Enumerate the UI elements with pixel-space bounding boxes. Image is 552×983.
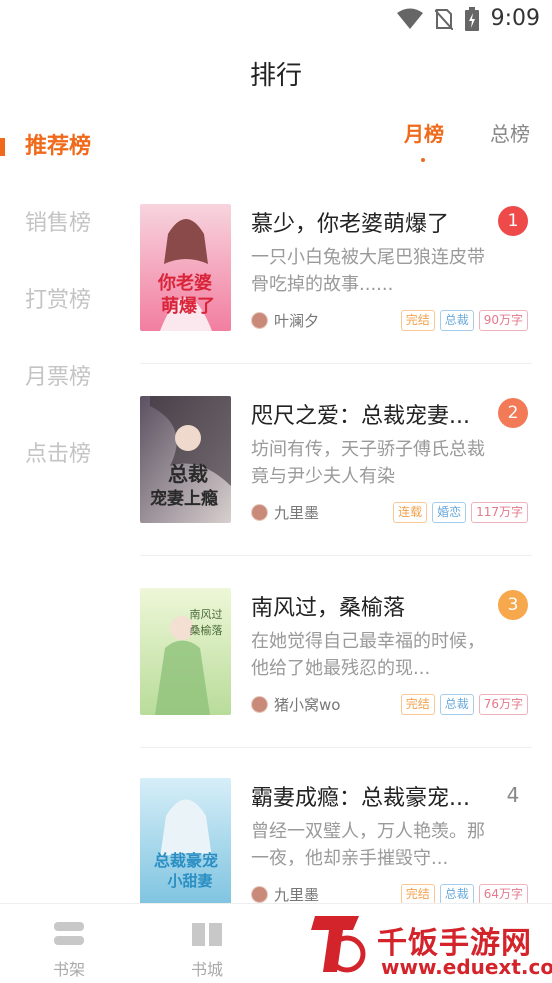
book-description: 曾经一双璧人，万人艳羡。那一夜，他却亲手摧毁守... bbox=[251, 821, 485, 869]
book-title[interactable]: 慕少，你老婆萌爆了 bbox=[251, 206, 486, 238]
book-cover[interactable]: 总裁 宠妻上瘾 bbox=[140, 396, 231, 523]
tag-word-count: 64万字 bbox=[478, 884, 528, 905]
author-name: 猪小窝wo bbox=[274, 696, 341, 714]
site-watermark: 千饭手游网 www.eduext.com bbox=[305, 908, 552, 980]
book-description: 坊间有传，天子骄子傅氏总裁竟与尹少夫人有染 bbox=[251, 439, 485, 487]
nav-bookstore[interactable]: 书城 bbox=[172, 920, 242, 980]
tag-status: 完结 bbox=[400, 310, 435, 331]
svg-text:南风过: 南风过 bbox=[190, 608, 223, 621]
period-tabs: 月榜 总榜 bbox=[380, 118, 552, 168]
book-title[interactable]: 霸妻成瘾：总裁豪宠... bbox=[251, 780, 486, 812]
rank-number: 4 bbox=[506, 783, 520, 807]
book-item-2[interactable]: 总裁 宠妻上瘾 咫尺之爱：总裁宠妻... 2 坊间有传，天子骄子傅氏总裁竟与尹少… bbox=[140, 396, 532, 586]
svg-text:桑榆落: 桑榆落 bbox=[190, 623, 223, 637]
book-tags: 完结 总裁 76万字 bbox=[400, 694, 528, 715]
book-cover[interactable]: 南风过 桑榆落 bbox=[140, 588, 231, 715]
screen: 9:09 排行 推荐榜 销售榜 打赏榜 月票榜 点击榜 月榜 总榜 你老婆 萌爆… bbox=[0, 0, 552, 983]
author-avatar bbox=[251, 886, 268, 903]
rank-badge: 1 bbox=[498, 206, 528, 236]
author-avatar bbox=[251, 696, 268, 713]
site-logo-icon bbox=[311, 916, 366, 973]
book-title[interactable]: 咫尺之爱：总裁宠妻... bbox=[251, 398, 486, 430]
book-tags: 完结 总裁 64万字 bbox=[400, 884, 528, 905]
book-item-3[interactable]: 南风过 桑榆落 南风过，桑榆落 3 在她觉得自己最幸福的时候，他给了她最残忍的现… bbox=[140, 588, 532, 778]
watermark-url: www.eduext.com bbox=[381, 955, 552, 979]
tag-status: 连载 bbox=[393, 502, 428, 523]
tag-word-count: 117万字 bbox=[471, 502, 528, 523]
sidebar-item-monthly-ticket[interactable]: 月票榜 bbox=[0, 339, 125, 416]
rank-sidebar: 推荐榜 销售榜 打赏榜 月票榜 点击榜 bbox=[0, 108, 125, 493]
book-cover[interactable]: 你老婆 萌爆了 bbox=[140, 204, 231, 331]
active-tab-indicator bbox=[421, 158, 425, 162]
divider bbox=[140, 747, 532, 748]
rank-badge: 2 bbox=[498, 398, 528, 428]
book-tags: 完结 总裁 90万字 bbox=[400, 310, 528, 331]
sidebar-item-sales[interactable]: 销售榜 bbox=[0, 185, 125, 262]
book-title[interactable]: 南风过，桑榆落 bbox=[251, 590, 486, 622]
tab-overall[interactable]: 总榜 bbox=[490, 118, 530, 147]
author-name: 叶澜夕 bbox=[274, 312, 320, 330]
bookshelf-icon bbox=[54, 922, 84, 945]
author-info: 猪小窝wo bbox=[251, 694, 340, 715]
status-bar: 9:09 bbox=[0, 0, 552, 38]
rank-badge: 3 bbox=[498, 590, 528, 620]
tag-genre: 总裁 bbox=[439, 884, 474, 905]
open-book-icon bbox=[192, 923, 222, 946]
svg-text:小甜妻: 小甜妻 bbox=[167, 872, 212, 890]
tag-word-count: 76万字 bbox=[478, 694, 528, 715]
sidebar-item-recommend[interactable]: 推荐榜 bbox=[0, 108, 125, 185]
book-description: 一只小白兔被大尾巴狼连皮带骨吃掉的故事...... bbox=[251, 247, 485, 295]
tag-genre: 总裁 bbox=[439, 310, 474, 331]
book-cover[interactable]: 总裁豪宠 小甜妻 bbox=[140, 778, 231, 905]
author-info: 九里墨 bbox=[251, 502, 319, 523]
tab-monthly[interactable]: 月榜 bbox=[404, 118, 444, 147]
tag-status: 完结 bbox=[400, 884, 435, 905]
tag-genre: 总裁 bbox=[439, 694, 474, 715]
divider bbox=[140, 363, 532, 364]
book-item-1[interactable]: 你老婆 萌爆了 慕少，你老婆萌爆了 1 一只小白兔被大尾巴狼连皮带骨吃掉的故事.… bbox=[140, 204, 532, 394]
svg-text:总裁: 总裁 bbox=[168, 462, 208, 486]
nav-bookstore-label: 书城 bbox=[190, 960, 223, 979]
book-description: 在她觉得自己最幸福的时候，他给了她最残忍的现... bbox=[251, 631, 485, 679]
wifi-icon bbox=[396, 8, 423, 29]
svg-text:总裁豪宠: 总裁豪宠 bbox=[154, 851, 218, 870]
author-name: 九里墨 bbox=[274, 504, 320, 522]
sidebar-item-clicks[interactable]: 点击榜 bbox=[0, 416, 125, 493]
sidebar-item-reward[interactable]: 打赏榜 bbox=[0, 262, 125, 339]
svg-text:你老婆: 你老婆 bbox=[157, 272, 212, 294]
book-tags: 连载 婚恋 117万字 bbox=[393, 502, 528, 523]
divider bbox=[140, 555, 532, 556]
nav-bookshelf-label: 书架 bbox=[52, 960, 85, 979]
author-info: 叶澜夕 bbox=[251, 310, 319, 331]
battery-icon bbox=[464, 6, 479, 31]
nav-bookshelf[interactable]: 书架 bbox=[34, 920, 104, 980]
author-info: 九里墨 bbox=[251, 884, 319, 905]
page-title: 排行 bbox=[249, 61, 302, 91]
svg-text:萌爆了: 萌爆了 bbox=[161, 295, 215, 317]
svg-text:宠妻上瘾: 宠妻上瘾 bbox=[150, 488, 218, 509]
no-sim-icon bbox=[434, 8, 453, 30]
tag-genre: 婚恋 bbox=[432, 502, 467, 523]
tag-status: 完结 bbox=[400, 694, 435, 715]
author-avatar bbox=[251, 504, 268, 521]
author-name: 九里墨 bbox=[274, 886, 320, 904]
tag-word-count: 90万字 bbox=[478, 310, 528, 331]
status-time: 9:09 bbox=[490, 6, 540, 31]
author-avatar bbox=[251, 312, 268, 329]
